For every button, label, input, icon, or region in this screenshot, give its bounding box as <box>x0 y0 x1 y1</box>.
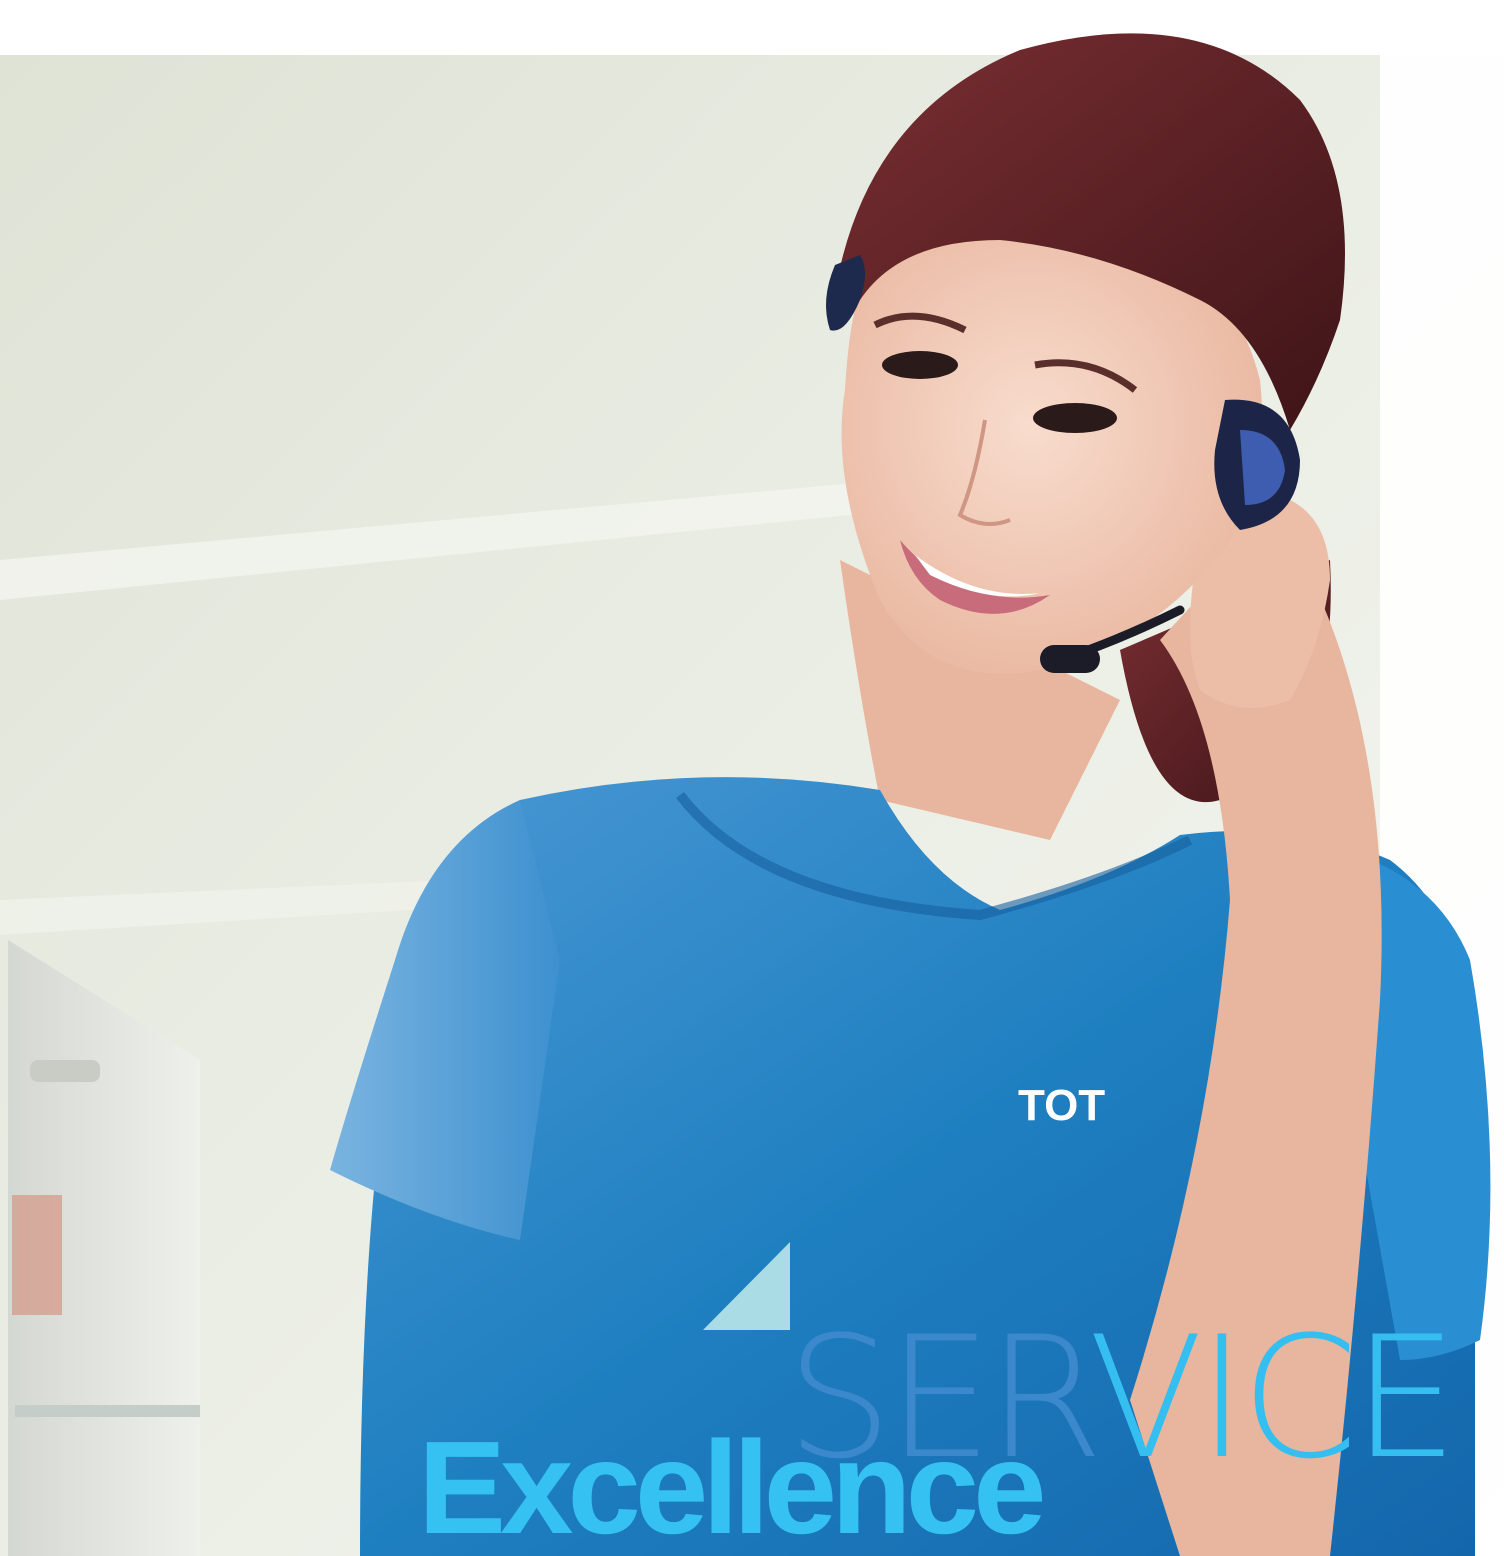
service-headline-part2: VICE <box>1088 1300 1458 1496</box>
advertisement-page: TOT SERVICE Excellence <box>0 0 1504 1556</box>
excellence-headline: Excellence <box>418 1414 1046 1556</box>
shirt-logo: TOT <box>1018 1081 1105 1130</box>
